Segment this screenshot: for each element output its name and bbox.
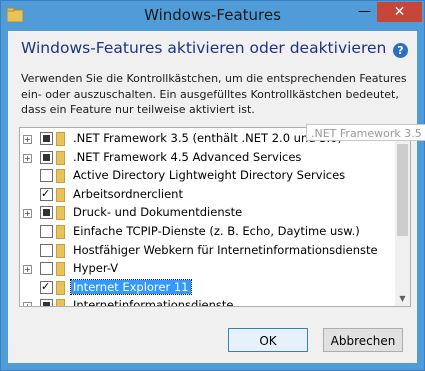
feature-label: .NET Framework 4.5 Advanced Services <box>73 149 302 164</box>
ok-button[interactable]: OK <box>228 328 308 352</box>
dialog-heading: Windows-Features aktivieren oder deaktiv… <box>21 39 387 57</box>
feature-row[interactable]: Internet Explorer 11 <box>20 278 395 298</box>
feature-checkbox[interactable] <box>40 280 53 294</box>
feature-label: Hostfähiger Webkern für Internetinformat… <box>73 242 378 257</box>
feature-checkbox[interactable] <box>40 225 53 238</box>
cancel-button[interactable]: Abbrechen <box>323 328 403 352</box>
tooltip: .NET Framework 3.5 <box>306 124 425 141</box>
vertical-scrollbar[interactable]: ▲ ▼ <box>395 128 410 306</box>
folder-icon <box>56 187 65 202</box>
feature-checkbox[interactable] <box>40 150 53 164</box>
folder-icon <box>56 132 65 146</box>
feature-row[interactable]: + Hyper-V <box>20 260 395 279</box>
window-frame: Windows-Features — ✕ Windows-Features ak… <box>0 0 425 371</box>
feature-checkbox[interactable] <box>40 262 53 276</box>
feature-label: .NET Framework 3.5 (enthält .NET 2.0 und… <box>73 131 342 145</box>
feature-checkbox[interactable] <box>40 132 53 145</box>
scroll-thumb[interactable] <box>397 144 408 236</box>
expand-icon[interactable]: + <box>23 209 32 219</box>
dialog-description: Verwenden Sie die Kontrollkästchen, um d… <box>21 72 407 116</box>
feature-tree[interactable]: + .NET Framework 3.5 (enthält .NET 2.0 un… <box>19 127 411 307</box>
feature-row[interactable]: Active Directory Lightweight Directory S… <box>20 167 395 186</box>
feature-label: Arbeitsordnerclient <box>73 186 183 201</box>
title-bar[interactable]: Windows-Features — ✕ <box>1 1 424 31</box>
feature-row[interactable]: + Druck- und Dokumentdienste <box>20 204 395 223</box>
expand-icon[interactable]: + <box>23 302 32 306</box>
feature-row[interactable]: + .NET Framework 4.5 Advanced Services <box>20 149 395 168</box>
expand-icon[interactable]: + <box>23 135 32 144</box>
feature-checkbox[interactable] <box>40 187 53 201</box>
feature-checkbox[interactable] <box>40 206 53 220</box>
close-button[interactable]: ✕ <box>377 2 422 22</box>
feature-label: Druck- und Dokumentdienste <box>73 205 243 220</box>
help-icon[interactable]: ? <box>393 43 408 58</box>
expand-icon[interactable]: + <box>23 265 32 275</box>
folder-icon <box>56 169 65 184</box>
folder-icon <box>56 280 65 295</box>
feature-checkbox[interactable] <box>40 243 53 257</box>
feature-row[interactable]: + Internetinformationsdienste <box>20 297 395 307</box>
feature-label: Hyper-V <box>73 261 119 276</box>
feature-label: Active Directory Lightweight Directory S… <box>73 168 346 183</box>
folder-icon <box>56 150 65 165</box>
feature-label: Internet Explorer 11 <box>70 278 192 295</box>
minimize-button[interactable]: — <box>351 2 378 22</box>
folder-icon <box>56 262 65 277</box>
feature-checkbox[interactable] <box>40 299 53 306</box>
feature-label: Internetinformationsdienste <box>73 298 234 307</box>
dialog-client-area: Windows-Features aktivieren oder deaktiv… <box>8 31 417 363</box>
feature-label: Einfache TCPIP-Dienste (z. B. Echo, Dayt… <box>73 224 360 238</box>
scroll-down-icon[interactable]: ▼ <box>395 291 410 306</box>
feature-row[interactable]: Hostfähiger Webkern für Internetinformat… <box>20 242 395 261</box>
folder-icon <box>56 206 65 221</box>
feature-row[interactable]: Arbeitsordnerclient <box>20 186 395 205</box>
folder-icon <box>56 225 65 239</box>
expand-icon[interactable]: + <box>23 153 32 163</box>
feature-row[interactable]: Einfache TCPIP-Dienste (z. B. Echo, Dayt… <box>20 223 395 242</box>
folder-icon <box>56 299 65 306</box>
folder-icon <box>56 243 65 258</box>
feature-checkbox[interactable] <box>40 169 53 183</box>
